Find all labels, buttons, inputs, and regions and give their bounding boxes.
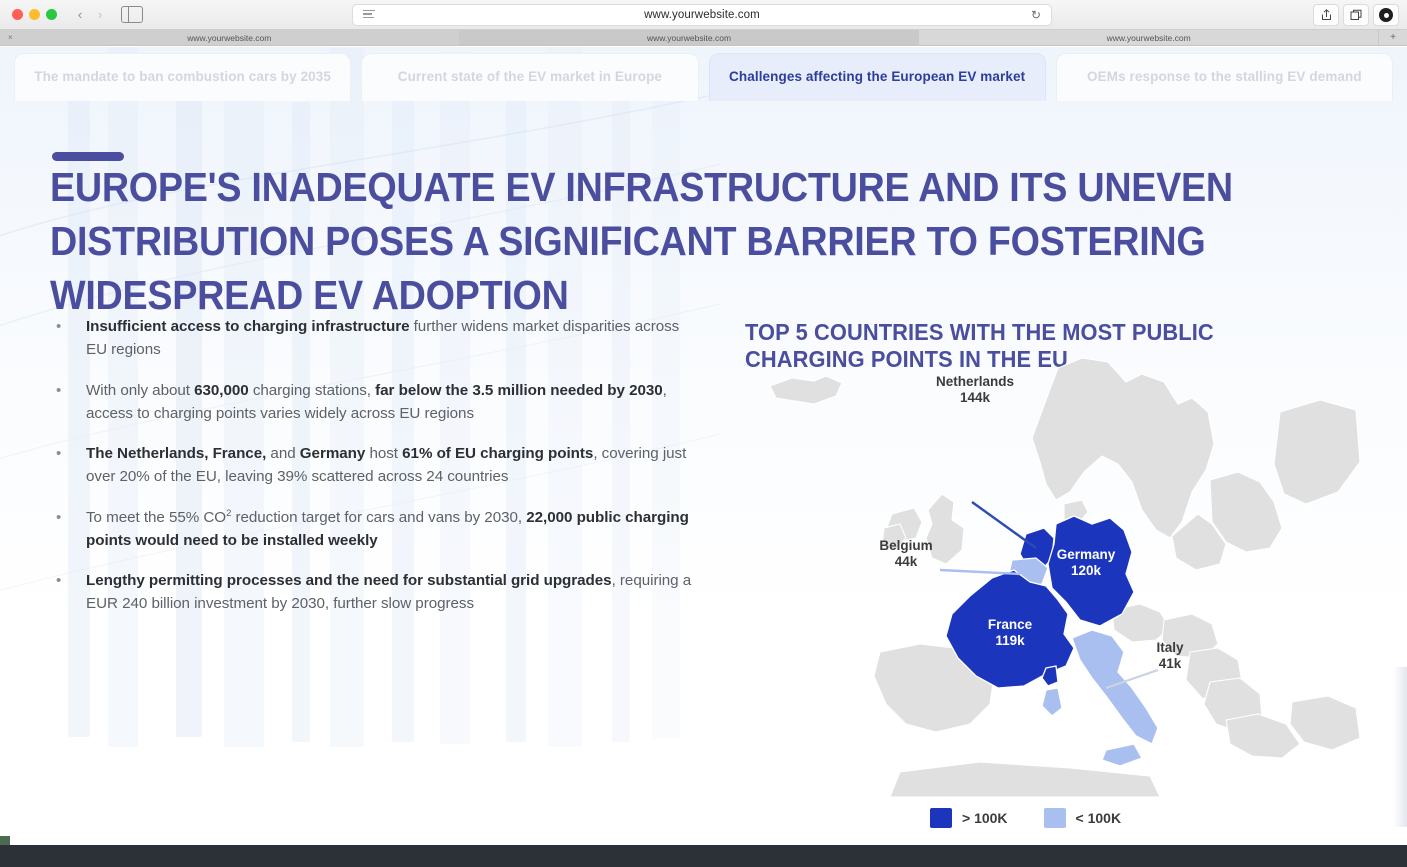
legend-label: > 100K: [962, 810, 1008, 826]
map-country-italy-sicily: [1101, 743, 1143, 767]
legend-item-above-100k: > 100K: [930, 808, 1008, 828]
browser-tab-title: www.yourwebsite.com: [187, 32, 272, 43]
europe-choropleth-map: Netherlands 144k Belgium 44k Germany 120…: [740, 352, 1360, 797]
map-label-value: 44k: [894, 554, 918, 570]
browser-tab-title: www.yourwebsite.com: [1106, 32, 1191, 43]
reload-icon[interactable]: ↻: [1031, 8, 1041, 22]
profile-icon[interactable]: [1373, 4, 1399, 26]
browser-tab-1[interactable]: × www.yourwebsite.com: [0, 30, 460, 45]
map-label-name: France: [987, 617, 1033, 632]
close-icon[interactable]: ×: [8, 33, 13, 42]
map-label-value: 119k: [995, 633, 1025, 649]
section-tab-challenges[interactable]: Challenges affecting the European EV mar…: [708, 53, 1046, 101]
section-tab-current-state[interactable]: Current state of the EV market in Europe: [361, 53, 699, 101]
map-label-name: Netherlands: [935, 374, 1015, 389]
close-window-button[interactable]: [12, 9, 23, 20]
map-label-belgium: Belgium 44k: [850, 538, 962, 570]
browser-tab-title: www.yourwebsite.com: [646, 32, 732, 43]
map-label-name: Germany: [1056, 547, 1116, 562]
address-bar[interactable]: www.yourwebsite.com ↻: [352, 4, 1052, 26]
legend-swatch-icon: [930, 808, 952, 828]
leader-line-netherlands: [971, 501, 1037, 549]
map-legend: > 100K < 100K: [930, 808, 1121, 828]
map-label-value: 144k: [959, 390, 991, 406]
sidebar-toggle-icon[interactable]: [121, 6, 143, 23]
window-traffic-lights: [0, 9, 57, 20]
window-bottom-bar: [0, 845, 1407, 867]
browser-tab-3[interactable]: www.yourwebsite.com: [919, 30, 1380, 45]
map-label-germany: Germany 120k: [1022, 547, 1150, 579]
share-icon[interactable]: [1313, 4, 1339, 26]
bullet-text: Insufficient access to charging infrastr…: [86, 318, 680, 359]
map-label-france: France 119k: [946, 617, 1074, 649]
bullet-marker: •: [56, 445, 62, 462]
bullet-text: To meet the 55% CO2 reduction target for…: [86, 507, 689, 549]
browser-tab-2[interactable]: www.yourwebsite.com: [459, 30, 920, 45]
new-tab-icon[interactable]: [1343, 4, 1369, 26]
forward-chevron-icon[interactable]: ›: [91, 5, 109, 25]
list-item: • Insufficient access to charging infras…: [52, 315, 697, 362]
minimize-window-button[interactable]: [29, 9, 40, 20]
browser-tab-strip: × www.yourwebsite.com www.yourwebsite.co…: [0, 30, 1407, 46]
section-tab-mandate[interactable]: The mandate to ban combustion cars by 20…: [14, 53, 352, 101]
bullet-marker: •: [56, 381, 62, 399]
viewport-edge-artifact: [1393, 667, 1407, 827]
map-label-italy: Italy 41k: [1122, 640, 1218, 672]
bullet-list: • Insufficient access to charging infras…: [52, 315, 697, 633]
legend-item-below-100k: < 100K: [1043, 808, 1122, 828]
map-label-name: Belgium: [879, 538, 933, 553]
browser-toolbar: ‹ › www.yourwebsite.com ↻: [0, 0, 1407, 30]
bullet-marker: •: [56, 572, 62, 589]
map-label-value: 120k: [1070, 563, 1102, 579]
address-bar-url: www.yourwebsite.com: [644, 9, 760, 21]
page-viewport: The mandate to ban combustion cars by 20…: [0, 47, 1407, 837]
map-country-italy-sardinia: [1041, 687, 1063, 717]
list-item: • To meet the 55% CO2 reduction target f…: [52, 506, 697, 553]
list-item: • Lengthy permitting processes and the n…: [52, 569, 697, 616]
bullet-text: With only about 630,000 charging station…: [86, 381, 667, 422]
maximize-window-button[interactable]: [46, 9, 57, 20]
bullet-text: Lengthy permitting processes and the nee…: [86, 572, 692, 613]
map-label-name: Italy: [1156, 640, 1184, 655]
reader-view-icon[interactable]: [363, 10, 375, 20]
section-tab-bar: The mandate to ban combustion cars by 20…: [14, 47, 1393, 101]
bullet-marker: •: [56, 318, 62, 335]
legend-swatch-icon: [1043, 808, 1066, 828]
page-title: Europe's inadequate EV infrastructure an…: [50, 164, 1233, 319]
map-label-value: 41k: [1158, 656, 1182, 672]
bullet-marker: •: [56, 508, 62, 526]
list-item: • The Netherlands, France, and Germany h…: [52, 442, 697, 489]
legend-label: < 100K: [1075, 810, 1122, 826]
section-tab-oem-response[interactable]: OEMs response to the stalling EV demand: [1055, 53, 1393, 101]
new-tab-button[interactable]: +: [1379, 30, 1407, 45]
map-label-netherlands: Netherlands 144k: [885, 374, 1065, 406]
back-chevron-icon[interactable]: ‹: [71, 5, 89, 25]
bullet-text: The Netherlands, France, and Germany hos…: [86, 445, 687, 486]
list-item: • With only about 630,000 charging stati…: [52, 379, 697, 426]
